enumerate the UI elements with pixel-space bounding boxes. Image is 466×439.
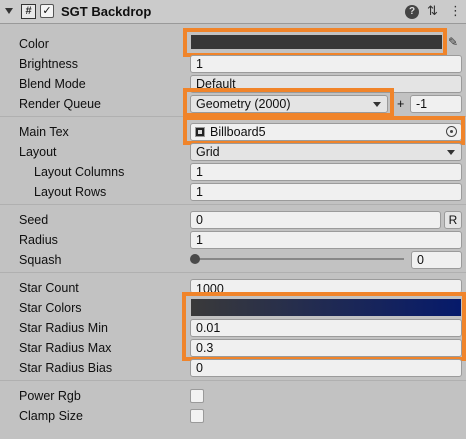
squash-slider-handle[interactable] <box>190 254 200 264</box>
highlight-color <box>183 28 447 57</box>
randomize-seed-button[interactable]: R <box>444 211 462 229</box>
power-rgb-checkbox[interactable] <box>190 389 204 403</box>
render-queue-offset-field[interactable]: -1 <box>410 95 462 113</box>
script-icon: # <box>21 4 36 19</box>
star-count-label: Star Count <box>19 281 79 295</box>
highlight-render-queue <box>183 88 394 117</box>
star-radius-min-label: Star Radius Min <box>19 321 108 335</box>
star-radius-max-label: Star Radius Max <box>19 341 112 355</box>
render-queue-label: Render Queue <box>19 97 102 111</box>
more-options-icon[interactable]: ⋮ <box>449 3 462 19</box>
separator <box>0 204 466 205</box>
main-tex-label: Main Tex <box>19 125 69 139</box>
radius-field[interactable]: 1 <box>190 231 462 249</box>
squash-slider-track[interactable] <box>194 258 404 260</box>
layout-columns-label: Layout Columns <box>34 165 125 179</box>
presets-icon[interactable]: ⇅ <box>427 3 438 19</box>
separator <box>0 272 466 273</box>
component-title: SGT Backdrop <box>61 4 152 19</box>
seed-field[interactable]: 0 <box>190 211 441 229</box>
layout-columns-field[interactable]: 1 <box>190 163 462 181</box>
highlight-main-tex <box>183 116 465 145</box>
squash-label: Squash <box>19 253 62 267</box>
star-count-field[interactable]: 1000 <box>190 279 462 293</box>
component-header: # ✓ SGT Backdrop ? ⇅ ⋮ <box>0 0 466 24</box>
enabled-checkbox[interactable]: ✓ <box>40 4 54 18</box>
layout-label: Layout <box>19 145 57 159</box>
radius-label: Radius <box>19 233 58 247</box>
help-icon[interactable]: ? <box>405 5 419 19</box>
eyedropper-icon[interactable]: ✎ <box>448 35 458 49</box>
layout-dropdown[interactable]: Grid <box>190 143 462 161</box>
separator <box>0 380 466 381</box>
foldout-arrow-icon[interactable] <box>5 8 13 14</box>
seed-label: Seed <box>19 213 49 227</box>
clamp-size-checkbox[interactable] <box>190 409 204 423</box>
brightness-field[interactable]: 1 <box>190 55 462 73</box>
blend-mode-label: Blend Mode <box>19 77 86 91</box>
star-radius-bias-label: Star Radius Bias <box>19 361 113 375</box>
layout-rows-field[interactable]: 1 <box>190 183 462 201</box>
color-label: Color <box>19 37 49 51</box>
star-radius-bias-field[interactable]: 0 <box>190 359 462 377</box>
highlight-star-settings <box>182 292 466 361</box>
render-queue-plus: + <box>397 97 405 111</box>
layout-rows-label: Layout Rows <box>34 185 107 199</box>
layout-value: Grid <box>196 145 220 159</box>
clamp-size-label: Clamp Size <box>19 409 83 423</box>
brightness-label: Brightness <box>19 57 79 71</box>
star-colors-label: Star Colors <box>19 301 82 315</box>
power-rgb-label: Power Rgb <box>19 389 81 403</box>
chevron-down-icon <box>447 150 455 155</box>
squash-field[interactable]: 0 <box>411 251 462 269</box>
